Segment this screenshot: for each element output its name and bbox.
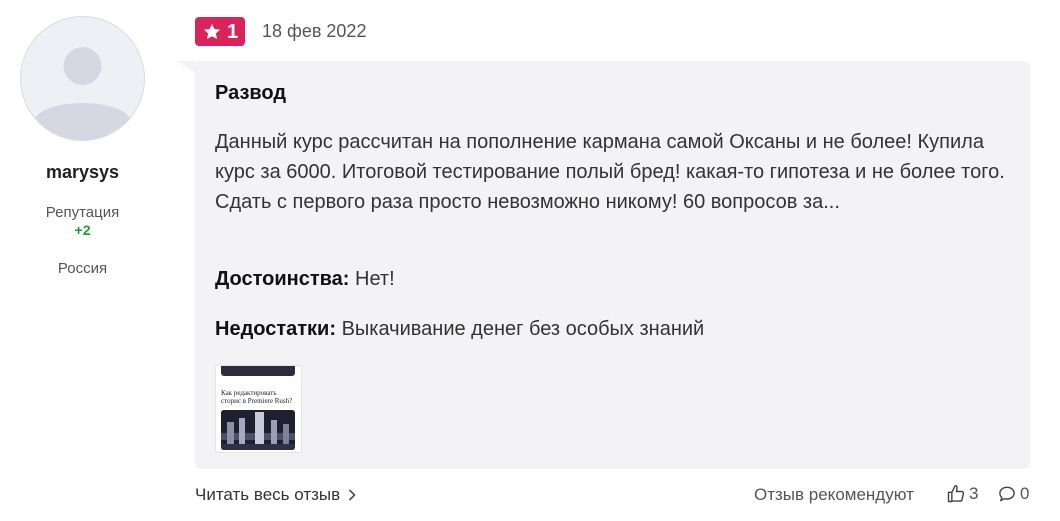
comments-button[interactable]: 0: [997, 484, 1029, 504]
read-full-review-link[interactable]: Читать весь отзыв: [195, 485, 357, 505]
thumbnail-picture: [221, 410, 295, 450]
pros-value: Нет!: [355, 268, 395, 290]
review-image-thumbnail[interactable]: Как редактировать сторис в Premiere Rush…: [215, 365, 302, 453]
review-cons: Недостатки: Выкачивание денег без особых…: [215, 318, 704, 341]
review-text: Данный курс рассчитан на пополнение карм…: [215, 131, 1005, 213]
review-date: 18 фев 2022: [262, 21, 367, 41]
thumbs-up-icon: [947, 484, 965, 503]
likes-count: 3: [969, 484, 979, 503]
thumbnail-caption: Как редактировать сторис в Premiere Rush…: [221, 389, 293, 405]
cons-label: Недостатки:: [215, 318, 337, 340]
user-country: Россия: [57, 260, 108, 277]
user-placeholder-icon: [33, 47, 132, 140]
recommend-label: Отзыв рекомендуют: [754, 485, 914, 504]
reputation-label: Репутация: [45, 204, 120, 221]
avatar[interactable]: [20, 16, 145, 141]
review-card: Развод Данный курс рассчитан на пополнен…: [195, 61, 1030, 469]
review-pros: Достоинства: Нет!: [215, 268, 395, 291]
username[interactable]: marysys: [0, 162, 165, 183]
chevron-right-icon: [349, 489, 356, 501]
comments-count: 0: [1020, 484, 1030, 503]
user-info: marysys Репутация +2 Россия: [0, 0, 165, 521]
like-button[interactable]: 3: [946, 484, 978, 504]
pros-label: Достоинства:: [215, 268, 350, 290]
video-preview-icon: [221, 410, 295, 450]
rating-value: 1: [226, 20, 239, 43]
review-title[interactable]: Развод: [215, 82, 286, 105]
rating-badge: 1: [195, 17, 245, 46]
reputation-value: +2: [74, 222, 91, 238]
review-page: marysys Репутация +2 Россия 1 18 фев 202…: [0, 0, 1060, 521]
comment-icon: [999, 486, 1015, 502]
cons-value: Выкачивание денег без особых знаний: [341, 318, 705, 340]
thumbnail-top-strip: [221, 366, 295, 376]
card-pointer: [176, 61, 196, 73]
star-icon: [203, 23, 221, 39]
read-full-label: Читать весь отзыв: [195, 485, 341, 504]
